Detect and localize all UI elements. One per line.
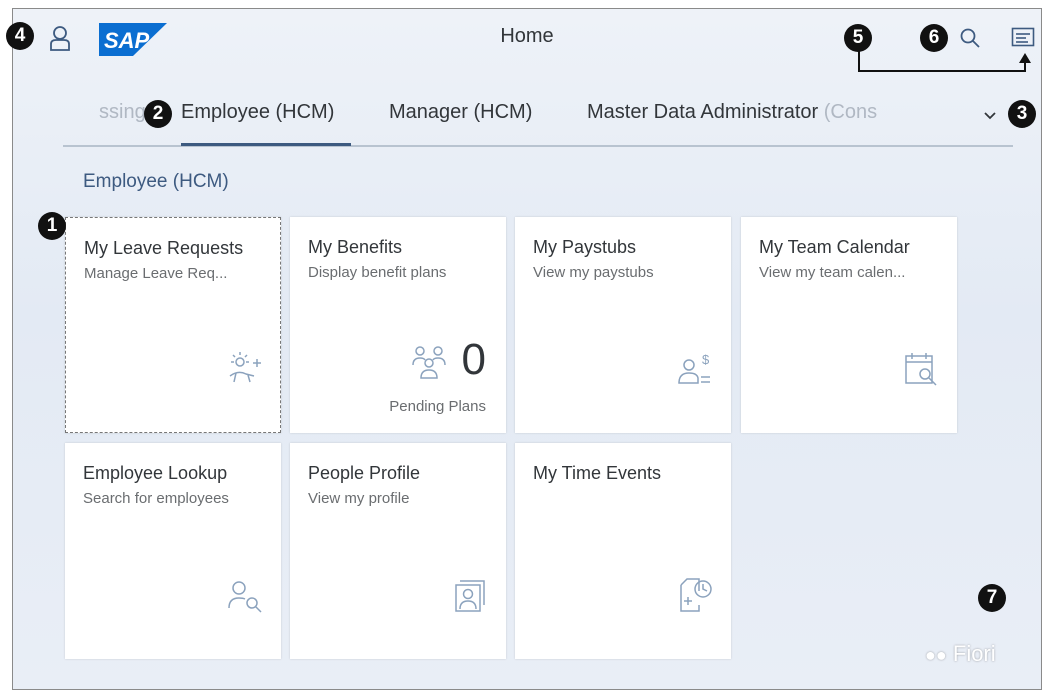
callout-connector bbox=[858, 49, 1031, 72]
callout-badge-7: 7 bbox=[978, 584, 1006, 612]
tab-processing[interactable]: ssing bbox=[99, 101, 146, 124]
time-event-icon bbox=[680, 578, 712, 612]
tile-title: My Benefits bbox=[308, 237, 403, 257]
tile-my-paystubs[interactable]: My Paystubs View my paystubs $ bbox=[515, 217, 731, 433]
person-search-icon bbox=[228, 581, 262, 613]
people-group-icon bbox=[412, 346, 446, 379]
pending-plans-count: 0 bbox=[461, 335, 486, 384]
tile-title: People Profile bbox=[308, 463, 421, 483]
profile-card-icon bbox=[455, 580, 485, 612]
tile-subtitle: View my profile bbox=[308, 490, 410, 507]
search-icon[interactable] bbox=[959, 27, 981, 49]
callout-badge-2: 2 bbox=[144, 100, 172, 128]
active-tab-indicator bbox=[181, 143, 351, 146]
callout-badge-1: 1 bbox=[38, 212, 66, 240]
tile-title: My Team Calendar bbox=[759, 237, 910, 257]
leave-icon bbox=[229, 352, 261, 383]
tile-my-team-calendar[interactable]: My Team Calendar View my team calen... bbox=[741, 217, 957, 433]
callout-badge-6: 6 bbox=[920, 24, 948, 52]
chevron-down-icon[interactable] bbox=[983, 111, 997, 121]
tab-employee-hcm[interactable]: Employee (HCM) bbox=[181, 101, 334, 124]
tile-title: My Leave Requests bbox=[84, 238, 244, 258]
tile-title: Employee Lookup bbox=[83, 463, 228, 483]
tile-subtitle: View my team calen... bbox=[759, 264, 906, 281]
tile-title: My Paystubs bbox=[533, 237, 637, 257]
tile-my-benefits[interactable]: My Benefits Display benefit plans 0 Pend… bbox=[290, 217, 506, 433]
watermark-text: Fiori bbox=[952, 641, 996, 666]
tile-title: My Time Events bbox=[533, 463, 662, 483]
wechat-icon: ●● bbox=[925, 645, 947, 665]
tab-master-data-faded-text: (Cons bbox=[823, 101, 878, 123]
callout-badge-4: 4 bbox=[6, 22, 34, 50]
tile-employee-lookup[interactable]: Employee Lookup Search for employees bbox=[65, 443, 281, 659]
callout-badge-3: 3 bbox=[1008, 100, 1036, 128]
tab-master-data-administrator[interactable]: Master Data Administrator (Cons bbox=[587, 101, 877, 124]
svg-text:$: $ bbox=[702, 352, 710, 367]
notifications-menu-icon[interactable] bbox=[1011, 27, 1035, 49]
tile-my-leave-requests[interactable]: My Leave Requests Manage Leave Req... bbox=[65, 217, 281, 433]
page-title: Home bbox=[500, 25, 554, 47]
shell-bar: SAP Home bbox=[13, 9, 1041, 72]
group-tab-bar: ssing Employee (HCM) Manager (HCM) Maste… bbox=[63, 97, 1013, 147]
section-title: Employee (HCM) bbox=[83, 171, 229, 192]
tile-subtitle: Display benefit plans bbox=[308, 264, 447, 281]
callout-badge-5: 5 bbox=[844, 24, 872, 52]
tile-subtitle: Search for employees bbox=[83, 490, 229, 507]
tile-my-time-events[interactable]: My Time Events bbox=[515, 443, 731, 659]
tile-people-profile[interactable]: People Profile View my profile bbox=[290, 443, 506, 659]
tile-subtitle: View my paystubs bbox=[533, 264, 654, 281]
person-money-icon: $ bbox=[678, 352, 710, 384]
watermark: ●● Fiori bbox=[925, 641, 996, 667]
calendar-search-icon bbox=[905, 353, 937, 386]
tab-master-data-label: Master Data Administrator bbox=[587, 101, 819, 123]
tab-manager-hcm[interactable]: Manager (HCM) bbox=[389, 101, 532, 124]
tile-subtitle: Manage Leave Req... bbox=[84, 265, 228, 282]
kpi-label: Pending Plans bbox=[389, 398, 486, 415]
